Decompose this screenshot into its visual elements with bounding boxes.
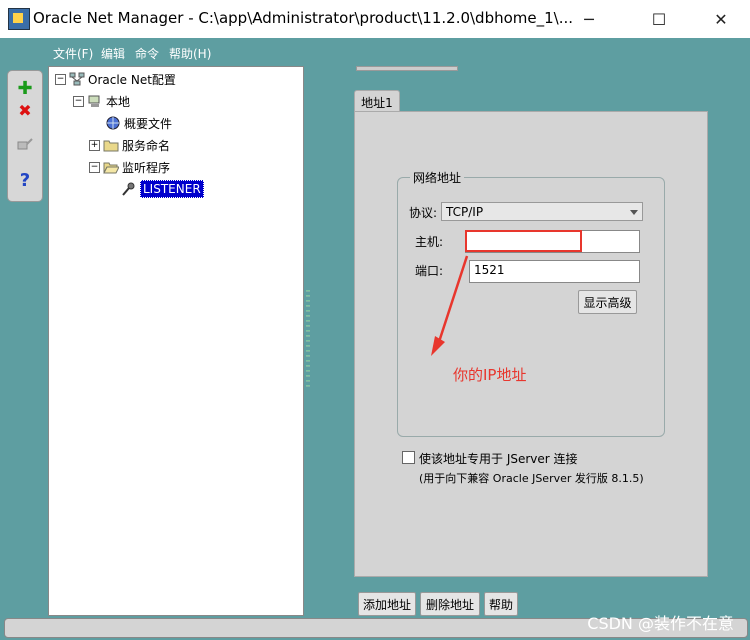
annotation-text: 你的IP地址 [453,366,527,384]
tree-label: 本地 [106,94,131,109]
folder-icon [103,138,119,152]
local-computer-icon [87,94,103,108]
close-button[interactable]: ✕ [698,0,744,38]
jserver-note: (用于向下兼容 Oracle JServer 发行版 8.1.5) [419,472,644,485]
protocol-select[interactable]: TCP/IP [441,202,643,221]
tree-item-root[interactable]: − Oracle Net配置 [55,69,176,89]
expander-icon[interactable]: − [73,95,84,107]
tree-item-profile[interactable]: 概要文件 [105,113,172,133]
tab-label: 地址1 [361,95,393,110]
window-title: Oracle Net Manager - C:\app\Administrato… [33,9,574,27]
open-folder-icon [103,160,120,174]
protocol-value: TCP/IP [446,204,484,219]
menu-bar: 文件(F) 编辑 命令 帮助(H) [0,38,750,62]
expander-icon[interactable]: − [55,73,66,85]
menu-edit[interactable]: 编辑 [101,45,125,62]
tree-label: 服务命名 [122,138,171,153]
globe-icon [105,116,121,130]
tree-item-service-naming[interactable]: + 服务命名 [89,135,170,155]
tree-label: Oracle Net配置 [88,72,176,87]
add-icon[interactable]: ✚ [14,77,36,99]
annotation-arrow [431,255,469,356]
menu-help[interactable]: 帮助(H) [169,45,211,62]
delete-address-button[interactable]: 删除地址 [420,592,480,616]
app-icon [8,8,30,30]
tree-label-selected: LISTENER [140,180,204,198]
expander-icon[interactable]: + [89,139,100,151]
help-button[interactable]: 帮助 [484,592,518,616]
protocol-label: 协议: [409,206,438,220]
tree-label: 监听程序 [122,160,171,175]
help-icon[interactable]: ? [14,169,36,191]
tab-address-1[interactable]: 地址1 [354,90,400,113]
host-label: 主机: [415,235,444,249]
tree-item-local[interactable]: − 本地 [73,91,130,111]
group-title: 网络地址 [410,169,465,186]
tree-item-listener[interactable]: LISTENER [121,179,204,199]
minimize-button[interactable]: ─ [566,0,612,38]
delete-icon[interactable]: ✖ [14,99,36,121]
add-address-button[interactable]: 添加地址 [358,592,416,616]
show-advanced-button[interactable]: 显示高级 [578,290,637,314]
title-bar: Oracle Net Manager - C:\app\Administrato… [0,0,750,38]
tree-item-listeners[interactable]: − 监听程序 [89,157,170,177]
address-panel: 网络地址 协议: TCP/IP 主机: 端口: 1521 显示高级 你的IP地址… [354,111,708,577]
test-connection-icon[interactable] [14,133,36,155]
port-input[interactable]: 1521 [469,260,640,283]
maximize-button[interactable]: ☐ [636,0,682,38]
chevron-down-icon [630,210,638,215]
jserver-checkbox[interactable] [402,451,415,464]
jserver-checkbox-label: 使该地址专用于 JServer 连接 [419,452,578,466]
view-selector[interactable] [356,66,458,71]
listener-icon [121,182,137,196]
vertical-toolbar: ✚ ✖ ? [7,70,43,202]
expander-icon[interactable]: − [89,161,100,173]
splitter-handle[interactable] [306,290,310,390]
watermark: CSDN @装作不在意 [587,614,734,633]
menu-command[interactable]: 命令 [135,45,159,62]
network-icon [69,72,85,86]
navigator-tree: − Oracle Net配置 − 本地 概要文件 + 服务命名 − 监听程序 L… [48,66,304,616]
highlight-box [465,230,582,252]
tree-label: 概要文件 [124,116,173,131]
menu-file[interactable]: 文件(F) [53,45,93,62]
